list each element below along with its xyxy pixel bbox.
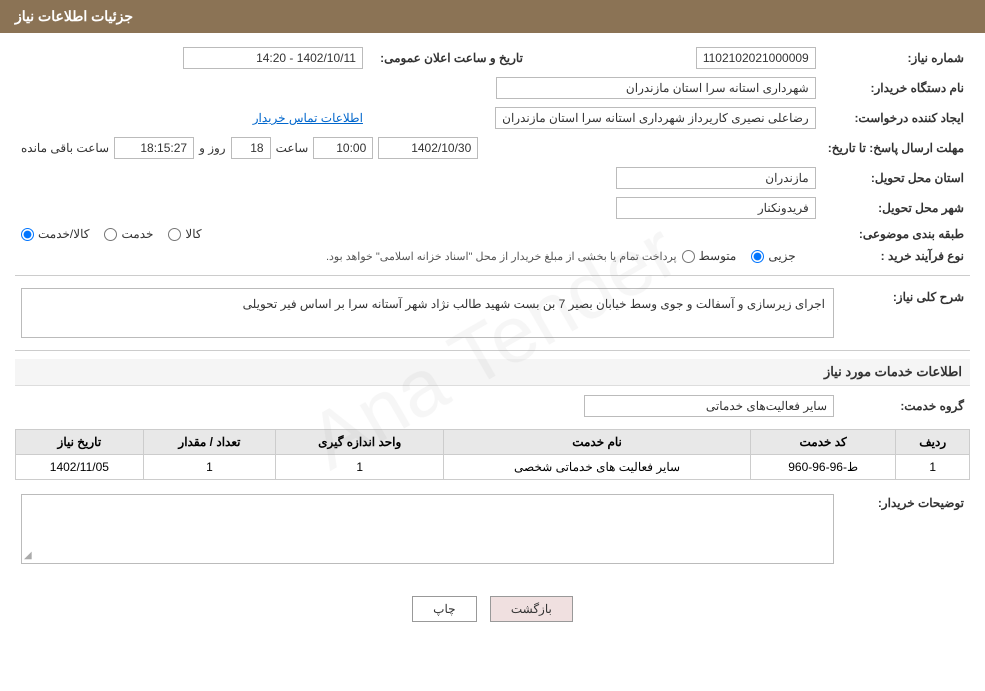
col-header-date: تاریخ نیاز (16, 430, 144, 455)
description-label: شرح کلی نیاز: (840, 284, 970, 342)
creator-value: رضاعلی نصیری کاریرداز شهرداری استانه سرا… (495, 107, 816, 129)
reply-date-value: 1402/10/30 (378, 137, 478, 159)
services-table: ردیف کد خدمت نام خدمت واحد اندازه گیری ت… (15, 429, 970, 480)
service-group-value: سایر فعالیت‌های خدماتی (584, 395, 834, 417)
service-group-label: گروه خدمت: (840, 391, 970, 421)
button-bar: بازگشت چاپ (15, 586, 970, 632)
cell-unit: 1 (276, 455, 444, 480)
divider-1 (15, 275, 970, 276)
back-button[interactable]: بازگشت (490, 596, 573, 622)
purchase-type-medium[interactable]: متوسط (682, 249, 737, 263)
col-header-unit: واحد اندازه گیری (276, 430, 444, 455)
cell-code: ط-96-96-960 (750, 455, 896, 480)
comments-table: توضیحات خریدار: ◢ (15, 490, 970, 578)
purchase-type-partial[interactable]: جزیی (751, 249, 795, 263)
service-group-table: گروه خدمت: سایر فعالیت‌های خدماتی (15, 391, 970, 421)
city-label: شهر محل تحویل: (822, 193, 970, 223)
cell-name: سایر فعالیت های خدماتی شخصی (444, 455, 751, 480)
divider-2 (15, 350, 970, 351)
print-button[interactable]: چاپ (412, 596, 476, 622)
purchase-note: پرداخت تمام یا بخشی از مبلغ خریدار از مح… (326, 250, 677, 263)
reply-remain-label: ساعت باقی مانده (21, 141, 109, 155)
cell-date: 1402/11/05 (16, 455, 144, 480)
col-header-count: تعداد / مقدار (143, 430, 275, 455)
table-row: 1ط-96-96-960سایر فعالیت های خدماتی شخصی1… (16, 455, 970, 480)
announce-date-label: تاریخ و ساعت اعلان عمومی: (369, 43, 529, 73)
reply-time-value: 10:00 (313, 137, 373, 159)
reply-deadline-label: مهلت ارسال پاسخ: تا تاریخ: (822, 133, 970, 163)
province-label: استان محل تحویل: (822, 163, 970, 193)
col-header-name: نام خدمت (444, 430, 751, 455)
page-title: جزئیات اطلاعات نیاز (15, 8, 133, 24)
page-header: جزئیات اطلاعات نیاز (0, 0, 985, 33)
announce-date-value: 1402/10/11 - 14:20 (183, 47, 363, 69)
reply-days-label: روز و (199, 141, 226, 155)
need-number-value: 1102102021000009 (696, 47, 816, 69)
resize-icon: ◢ (24, 550, 32, 561)
description-table: شرح کلی نیاز: اجرای زیرسازی و آسفالت و ج… (15, 284, 970, 342)
reply-time-label: ساعت (276, 141, 309, 155)
buyer-comments-box[interactable]: ◢ (21, 494, 834, 564)
col-header-code: کد خدمت (750, 430, 896, 455)
city-value: فریدونکنار (616, 197, 816, 219)
description-text: اجرای زیرسازی و آسفالت و جوی وسط خیابان … (21, 288, 834, 338)
reply-days-value: 18 (231, 137, 271, 159)
buyer-comments-label: توضیحات خریدار: (840, 490, 970, 578)
category-option-2[interactable]: خدمت (104, 227, 153, 241)
category-option-1[interactable]: کالا (168, 227, 201, 241)
need-number-label: شماره نیاز: (822, 43, 970, 73)
category-option-3[interactable]: کالا/خدمت (21, 227, 89, 241)
creator-link[interactable]: اطلاعات تماس خریدار (253, 111, 363, 125)
col-header-row: ردیف (896, 430, 970, 455)
cell-row: 1 (896, 455, 970, 480)
reply-remain-value: 18:15:27 (114, 137, 194, 159)
creator-label: ایجاد کننده درخواست: (822, 103, 970, 133)
buyer-org-value: شهرداری استانه سرا استان مازندران (496, 77, 816, 99)
services-section-title: اطلاعات خدمات مورد نیاز (15, 359, 970, 386)
buyer-org-label: نام دستگاه خریدار: (822, 73, 970, 103)
info-table: شماره نیاز: 1102102021000009 تاریخ و ساع… (15, 43, 970, 267)
category-label: طبقه بندی موضوعی: (822, 223, 970, 245)
cell-count: 1 (143, 455, 275, 480)
province-value: مازندران (616, 167, 816, 189)
purchase-type-label: نوع فرآیند خرید : (822, 245, 970, 267)
